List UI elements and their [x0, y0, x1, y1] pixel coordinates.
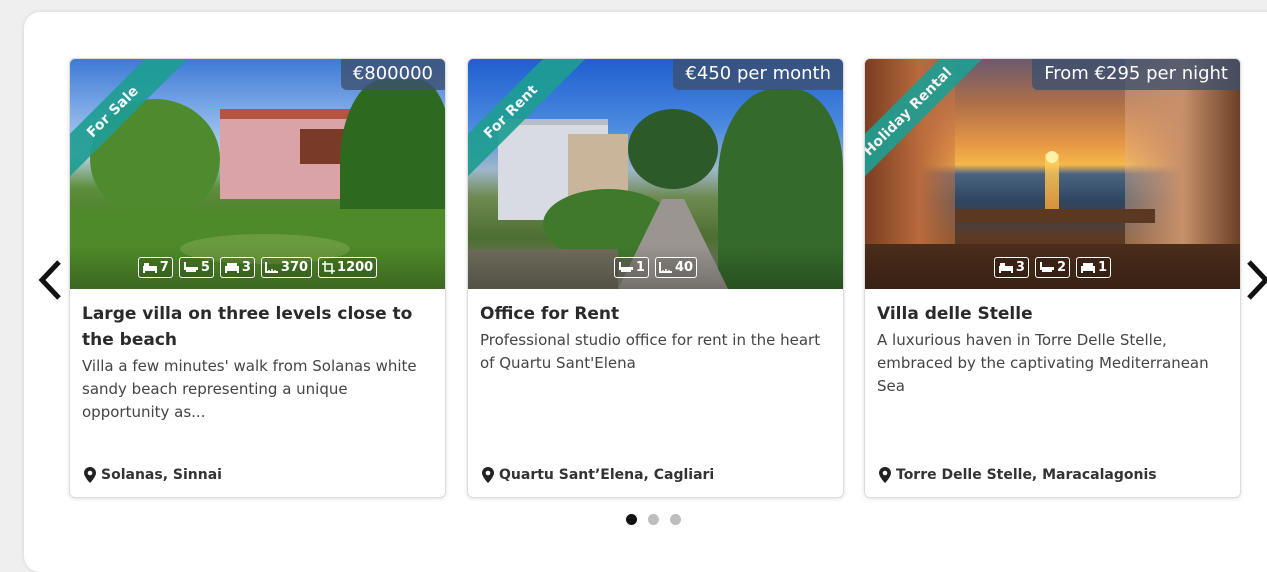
- listing-location: Quartu Sant’Elena, Cagliari: [482, 467, 714, 483]
- listing-photo[interactable]: For Rent €450 per month 1 40: [468, 59, 843, 289]
- listing-photo[interactable]: For Sale €800000 7 5 3 370 1200: [70, 59, 445, 289]
- bath-icon: [183, 262, 198, 272]
- price-badge: €800000: [340, 59, 445, 90]
- bed-icon: [998, 263, 1013, 273]
- feature-bedrooms: 3: [993, 256, 1029, 278]
- listing-card[interactable]: Holiday Rental From €295 per night 3 2 1…: [864, 58, 1241, 498]
- map-pin-icon: [84, 467, 96, 483]
- listing-card[interactable]: For Rent €450 per month 1 40 Office for …: [467, 58, 844, 498]
- listing-description: Villa a few minutes' walk from Solanas w…: [82, 357, 417, 421]
- feature-area: 40: [654, 256, 698, 278]
- area-icon: [264, 262, 278, 273]
- listing-photo[interactable]: Holiday Rental From €295 per night 3 2 1: [865, 59, 1240, 289]
- feature-land: 1200: [318, 256, 378, 278]
- listing-description: Professional studio office for rent in t…: [480, 331, 821, 372]
- map-pin-icon: [879, 467, 891, 483]
- price-badge: €450 per month: [673, 59, 843, 90]
- features-bar: 7 5 3 370 1200: [70, 245, 445, 289]
- sofa-icon: [1081, 263, 1096, 273]
- feature-living-rooms: 3: [219, 256, 255, 278]
- carousel-prev-button[interactable]: [32, 258, 68, 302]
- land-icon: [322, 260, 336, 274]
- listing-title[interactable]: Office for Rent: [480, 301, 831, 327]
- map-pin-icon: [482, 467, 494, 483]
- price-badge: From €295 per night: [1032, 59, 1240, 90]
- feature-bedrooms: 7: [137, 256, 173, 278]
- feature-bathrooms: 2: [1034, 256, 1071, 278]
- listing-location: Torre Delle Stelle, Maracalagonis: [879, 467, 1157, 483]
- chevron-right-icon: [1247, 260, 1267, 300]
- feature-bathrooms: 5: [178, 256, 214, 278]
- feature-area: 370: [260, 256, 313, 278]
- carousel-pagination: [626, 514, 681, 525]
- listing-card[interactable]: For Sale €800000 7 5 3 370 1200 Large vi…: [69, 58, 446, 498]
- feature-bathrooms: 1: [613, 256, 649, 278]
- features-bar: 3 2 1: [865, 245, 1240, 289]
- bath-icon: [618, 262, 633, 272]
- sofa-icon: [224, 263, 239, 273]
- features-bar: 1 40: [468, 245, 843, 289]
- pagination-dot-1[interactable]: [626, 514, 637, 525]
- bed-icon: [142, 263, 157, 273]
- pagination-dot-2[interactable]: [648, 514, 659, 525]
- feature-living-rooms: 1: [1076, 256, 1112, 278]
- area-icon: [658, 262, 672, 273]
- chevron-left-icon: [38, 260, 61, 300]
- listing-title[interactable]: Large villa on three levels close to the…: [82, 301, 433, 353]
- bath-icon: [1039, 262, 1054, 272]
- carousel-next-button[interactable]: [1240, 258, 1267, 302]
- listing-title[interactable]: Villa delle Stelle: [877, 301, 1228, 327]
- listing-description: A luxurious haven in Torre Delle Stelle,…: [877, 331, 1209, 395]
- listing-location: Solanas, Sinnai: [84, 467, 222, 483]
- pagination-dot-3[interactable]: [670, 514, 681, 525]
